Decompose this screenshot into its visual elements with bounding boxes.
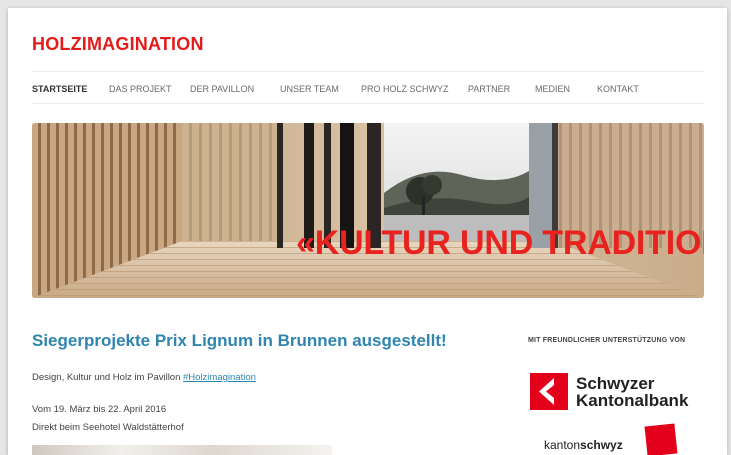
article-image-preview xyxy=(32,445,332,455)
kantonalbank-line2: Kantonalbank xyxy=(576,391,689,410)
main-nav: STARTSEITE DAS PROJEKT DER PAVILLON UNSE… xyxy=(32,71,704,104)
article-intro: Design, Kultur und Holz im Pavillon #Hol… xyxy=(32,372,256,383)
kantonalbank-line1: Schwyzer xyxy=(576,374,655,393)
nav-item-pro-holz-schwyz[interactable]: PRO HOLZ SCHWYZ xyxy=(361,84,449,94)
nav-item-der-pavillon[interactable]: DER PAVILLON xyxy=(190,84,254,94)
kantonalbank-mark-icon xyxy=(530,373,568,410)
hashtag-link[interactable]: #Holzimagination xyxy=(183,372,256,383)
nav-item-unser-team[interactable]: UNSER TEAM xyxy=(280,84,339,94)
nav-item-medien[interactable]: MEDIEN xyxy=(535,84,570,94)
site-title[interactable]: HOLZIMAGINATION xyxy=(32,34,204,55)
article-dates: Vom 19. März bis 22. April 2016 xyxy=(32,404,167,415)
kanton-wordmark: kantonschwyz xyxy=(544,438,623,452)
article-headline[interactable]: Siegerprojekte Prix Lignum in Brunnen au… xyxy=(32,331,447,351)
nav-item-partner[interactable]: PARTNER xyxy=(468,84,510,94)
sponsor-heading: MIT FREUNDLICHER UNTERSTÜTZUNG VON xyxy=(528,337,686,344)
kanton-flag-icon xyxy=(644,423,678,455)
article-intro-text: Design, Kultur und Holz im Pavillon xyxy=(32,372,184,383)
page: HOLZIMAGINATION STARTSEITE DAS PROJEKT D… xyxy=(8,8,727,455)
kantonalbank-wordmark: Schwyzer Kantonalbank xyxy=(576,375,688,409)
hero-banner: «KULTUR UND TRADITION» xyxy=(32,123,704,298)
kanton-prefix: kanton xyxy=(544,438,581,452)
nav-item-das-projekt[interactable]: DAS PROJEKT xyxy=(109,84,172,94)
kanton-schwyz-logo[interactable]: kantonschwyz xyxy=(544,423,684,455)
hero-caption: «KULTUR UND TRADITION» xyxy=(296,224,704,262)
kanton-bold: schwyz xyxy=(580,438,623,452)
nav-item-startseite[interactable]: STARTSEITE xyxy=(32,84,87,94)
schwyzer-kantonalbank-logo[interactable]: Schwyzer Kantonalbank xyxy=(530,373,700,413)
hero-image xyxy=(32,123,704,298)
nav-item-kontakt[interactable]: KONTAKT xyxy=(597,84,639,94)
article-location: Direkt beim Seehotel Waldstätterhof xyxy=(32,422,184,433)
